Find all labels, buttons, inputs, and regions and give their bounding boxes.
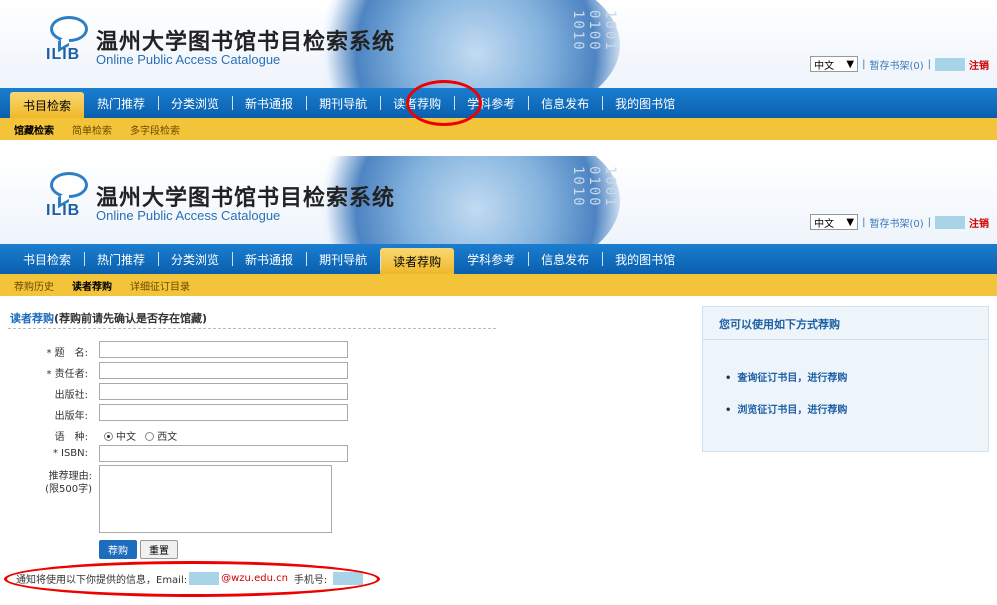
radio-western[interactable] — [145, 432, 155, 441]
title-input[interactable] — [99, 341, 348, 358]
divider — [703, 339, 988, 340]
label-title: * 题 名: — [46, 348, 88, 359]
form-title: 读者荐购(荐购前请先确认是否存在馆藏) — [10, 312, 208, 325]
subnav-item[interactable]: 简单检索 — [72, 122, 112, 137]
logout-link[interactable]: 注销 — [969, 215, 989, 230]
ilib-logo-icon[interactable]: ILIB — [46, 172, 90, 222]
nav-item[interactable]: 期刊导航 — [306, 88, 380, 118]
label-language: 语 种: — [54, 432, 88, 443]
subnav-item[interactable]: 读者荐购 — [72, 278, 112, 293]
main-nav: 书目检索 热门推荐 分类浏览 新书通报 期刊导航 读者荐购 学科参考 信息发布 … — [0, 88, 997, 118]
nav-item[interactable]: 分类浏览 — [158, 244, 232, 274]
bottom-screenshot: 1001 0100 1010 ILIB 温州大学图书馆书目检索系统 Online… — [0, 156, 997, 296]
binary-decoration: 1001 0100 1010 — [570, 166, 618, 208]
ilib-logo-icon[interactable]: ILIB — [46, 16, 90, 66]
main-nav: 书目检索 热门推荐 分类浏览 新书通报 期刊导航 读者荐购 学科参考 信息发布 … — [0, 244, 997, 274]
publisher-input[interactable] — [99, 383, 348, 400]
cart-link[interactable]: 暂存书架(0) — [869, 57, 923, 72]
reason-textarea[interactable] — [99, 465, 332, 533]
nav-item[interactable]: 信息发布 — [528, 88, 602, 118]
site-subtitle: Online Public Access Catalogue — [96, 208, 281, 223]
subnav-item[interactable]: 荐购历史 — [14, 278, 54, 293]
reset-button[interactable]: 重置 — [140, 540, 178, 559]
username-redacted[interactable] — [935, 215, 965, 229]
nav-item[interactable]: 新书通报 — [232, 88, 306, 118]
subnav-item[interactable]: 多字段检索 — [130, 122, 180, 137]
submit-button[interactable]: 荐购 — [99, 540, 137, 559]
nav-item[interactable]: 读者荐购 — [380, 248, 455, 274]
nav-item[interactable]: 分类浏览 — [158, 88, 232, 118]
cart-link[interactable]: 暂存书架(0) — [869, 215, 923, 230]
radio-chinese[interactable] — [104, 432, 113, 441]
sub-nav: 馆藏检索 简单检索 多字段检索 — [0, 118, 997, 140]
site-subtitle: Online Public Access Catalogue — [96, 52, 281, 67]
side-link[interactable]: 浏览征订书目，进行荐购 — [725, 401, 847, 416]
logout-link[interactable]: 注销 — [969, 57, 989, 72]
highlight-ring-nav — [406, 80, 482, 126]
label-year: 出版年: — [54, 411, 88, 422]
nav-item[interactable]: 期刊导航 — [306, 244, 380, 274]
author-input[interactable] — [99, 362, 348, 379]
nav-item[interactable]: 学科参考 — [454, 244, 528, 274]
nav-item[interactable]: 我的图书馆 — [602, 88, 688, 118]
language-select[interactable]: 中文 ▼ — [810, 56, 859, 72]
sub-nav: 荐购历史 读者荐购 详细征订目录 — [0, 274, 997, 296]
header-tools: 中文 ▼ | 暂存书架(0) | 注销 — [810, 214, 989, 230]
nav-item[interactable]: 热门推荐 — [84, 88, 158, 118]
label-isbn: * ISBN: — [52, 448, 88, 459]
isbn-input[interactable] — [99, 445, 348, 462]
label-reason-limit: (限500字) — [45, 484, 92, 495]
panel-title: 您可以使用如下方式荐购 — [719, 318, 840, 331]
highlight-ring-notice — [4, 561, 380, 597]
nav-item[interactable]: 书目检索 — [10, 92, 85, 118]
site-header: 1001 0100 1010 ILIB 温州大学图书馆书目检索系统 Online… — [0, 156, 997, 244]
language-select[interactable]: 中文 ▼ — [810, 214, 859, 230]
nav-item[interactable]: 热门推荐 — [84, 244, 158, 274]
chevron-down-icon: ▼ — [846, 216, 855, 228]
chevron-down-icon: ▼ — [846, 58, 855, 70]
site-header: 1001 0100 1010 ILIB 温州大学图书馆书目检索系统 Online… — [0, 0, 997, 88]
label-author: * 责任者: — [46, 369, 88, 380]
subnav-item[interactable]: 馆藏检索 — [14, 122, 54, 137]
label-publisher: 出版社: — [54, 390, 88, 401]
recommend-methods-panel: 您可以使用如下方式荐购 查询征订书目，进行荐购 浏览征订书目，进行荐购 — [702, 306, 989, 452]
binary-decoration: 1001 0100 1010 — [570, 10, 618, 52]
divider — [8, 328, 496, 329]
nav-item[interactable]: 我的图书馆 — [602, 244, 688, 274]
nav-item[interactable]: 信息发布 — [528, 244, 602, 274]
language-radio-group: 中文 西文 — [104, 428, 177, 443]
header-tools: 中文 ▼ | 暂存书架(0) | 注销 — [810, 56, 989, 72]
top-screenshot: 1001 0100 1010 ILIB 温州大学图书馆书目检索系统 Online… — [0, 0, 997, 140]
subnav-item[interactable]: 详细征订目录 — [130, 278, 190, 293]
year-input[interactable] — [99, 404, 348, 421]
nav-item[interactable]: 书目检索 — [10, 244, 84, 274]
username-redacted[interactable] — [935, 57, 965, 71]
side-link[interactable]: 查询征订书目，进行荐购 — [725, 369, 847, 384]
nav-item[interactable]: 新书通报 — [232, 244, 306, 274]
